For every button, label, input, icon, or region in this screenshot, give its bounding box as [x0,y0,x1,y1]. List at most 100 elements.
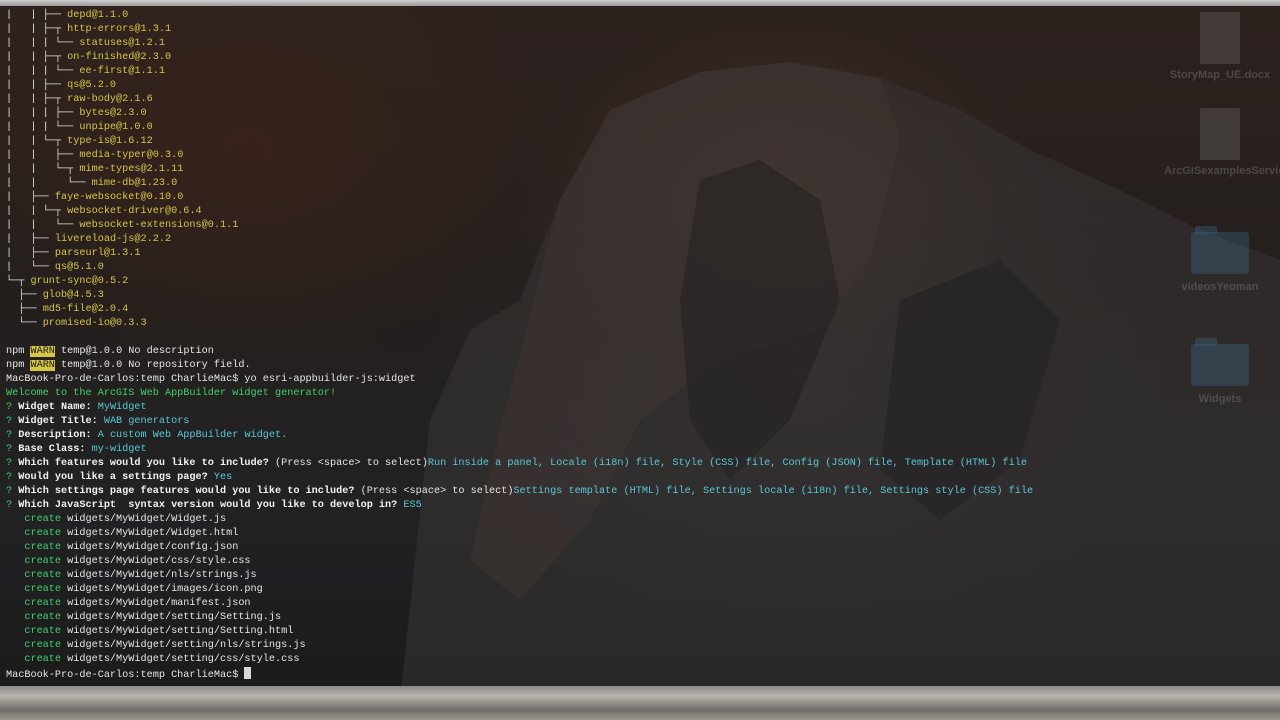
terminal-line: | | | ├── bytes@2.3.0 [6,107,1033,121]
terminal-text: Description: [18,430,98,441]
terminal-text: MacBook-Pro-de-Carlos:temp CharlieMac$ [6,670,245,681]
terminal-text: | | ├─┬ [6,24,68,35]
terminal-text: ├── [6,290,43,301]
terminal-line: ├── glob@4.5.3 [6,289,1033,303]
terminal-line: | | ├─┬ on-finished@2.3.0 [6,51,1033,65]
terminal-text: | | └── [6,220,80,231]
terminal-text: glob@4.5.3 [42,290,104,301]
terminal-text: temp@1.0.0 No repository field. [54,360,251,371]
terminal-text: ? [6,472,19,483]
terminal-line: MacBook-Pro-de-Carlos:temp CharlieMac$ y… [6,373,1033,387]
terminal-text: ├── [6,304,43,315]
desktop-file-arcgis-pdf[interactable]: ArcGISexamplesServices.pdf [1164,108,1280,178]
terminal-text: qs@5.2.0 [67,80,117,91]
terminal-text: A custom Web AppBuilder widget. [97,430,288,441]
terminal-cursor[interactable] [244,667,252,679]
terminal-text: widgets/MyWidget/setting/nls/strings.js [67,640,306,651]
terminal-line: create widgets/MyWidget/setting/nls/stri… [6,639,1033,653]
terminal-line: create widgets/MyWidget/Widget.html [6,527,1033,541]
terminal-text: create [6,654,68,665]
terminal-text: ? [6,444,19,455]
terminal-text: | ├── [6,192,55,203]
terminal-text: on-finished@2.3.0 [67,52,172,63]
terminal-text: widgets/MyWidget/config.json [67,542,239,553]
terminal-text: create [6,528,68,539]
terminal-line: | | ├── media-typer@0.3.0 [6,149,1033,163]
terminal-line: create widgets/MyWidget/manifest.json [6,597,1033,611]
terminal-line: └─┬ grunt-sync@0.5.2 [6,275,1033,289]
terminal-text: create [6,612,68,623]
terminal-line: ? Would you like a settings page? Yes [6,471,1033,485]
terminal-text: | ├── [6,248,55,259]
terminal-text: type-is@1.6.12 [67,136,153,147]
terminal-text: ? [6,486,19,497]
pdf-document-icon [1200,108,1240,160]
terminal-text: widgets/MyWidget/Widget.js [67,514,227,525]
terminal-text: http-errors@1.3.1 [67,24,172,35]
terminal-text: Widget Title: [18,416,104,427]
terminal-line: npm WARN temp@1.0.0 No repository field. [6,359,1033,373]
desktop-icon-label: videosYeoman [1181,281,1259,293]
terminal-line: | | └─┬ websocket-driver@0.6.4 [6,205,1033,219]
terminal-text: Would you like a settings page? [18,472,214,483]
terminal-text: create [6,626,68,637]
terminal-text: | | └─┬ [6,164,80,175]
terminal-text: ee-first@1.1.1 [79,66,165,77]
terminal-text: widgets/MyWidget/setting/Setting.html [67,626,294,637]
terminal-text: md5-file@2.0.4 [42,304,129,315]
desktop-file-storymap[interactable]: StoryMap_UE.docx [1164,12,1276,82]
terminal-text: websocket-driver@0.6.4 [67,206,202,217]
terminal-text: | | └── [6,178,92,189]
terminal-text: create [6,598,68,609]
terminal-line: ? Which settings page features would you… [6,485,1033,499]
terminal-text: | | | └── [6,66,80,77]
terminal-line: create widgets/MyWidget/setting/Setting.… [6,625,1033,639]
terminal-text: ? [6,458,19,469]
folder-icon [1191,226,1249,274]
warn-badge: WARN [30,346,55,357]
word-document-icon [1200,12,1240,64]
terminal-line: | ├── livereload-js@2.2.2 [6,233,1033,247]
desktop-folder-widgets[interactable]: Widgets [1164,338,1276,406]
terminal-text: mime-types@2.1.11 [79,164,184,175]
terminal-text: | | | └── [6,38,80,49]
terminal-text: └── [6,318,43,329]
terminal-text: create [6,556,68,567]
terminal-text: promised-io@0.3.3 [42,318,147,329]
terminal-text: faye-websocket@0.10.0 [54,192,184,203]
terminal-line: npm WARN temp@1.0.0 No description [6,345,1033,359]
terminal-text: widgets/MyWidget/nls/strings.js [67,570,257,581]
terminal-text: ? [6,500,19,511]
terminal-line: | | ├─┬ raw-body@2.1.6 [6,93,1033,107]
terminal-text: unpipe@1.0.0 [79,122,153,133]
terminal-text: create [6,584,68,595]
terminal-text: npm [6,360,31,371]
terminal-text: Widget Name: [18,402,98,413]
terminal-line: | └── qs@5.1.0 [6,261,1033,275]
terminal-line: create widgets/MyWidget/css/style.css [6,555,1033,569]
terminal-text: bytes@2.3.0 [79,108,147,119]
terminal-line: | | └─┬ type-is@1.6.12 [6,135,1033,149]
terminal-text: Which features would you like to include… [18,458,276,469]
terminal-text: | | └─┬ [6,206,68,217]
terminal-text: raw-body@2.1.6 [67,94,153,105]
terminal-text: Which settings page features would you l… [18,486,361,497]
terminal-line: ? Description: A custom Web AppBuilder w… [6,429,1033,443]
terminal-text: create [6,570,68,581]
terminal-text: | | ├─┬ [6,52,68,63]
terminal-text: MacBook-Pro-de-Carlos:temp CharlieMac$ y… [6,374,416,385]
terminal-text: (Press <space> to select) [360,486,514,497]
terminal-text: create [6,640,68,651]
terminal-text: temp@1.0.0 No description [54,346,214,357]
terminal-line: | | └── websocket-extensions@0.1.1 [6,219,1033,233]
terminal-text: statuses@1.2.1 [79,38,165,49]
desktop-folder-videosyeoman[interactable]: videosYeoman [1164,226,1276,294]
terminal-text: depd@1.1.0 [67,10,129,21]
terminal-text: websocket-extensions@0.1.1 [79,220,239,231]
terminal-line: | ├── faye-websocket@0.10.0 [6,191,1033,205]
terminal-line: | | | └── statuses@1.2.1 [6,37,1033,51]
terminal-line: ├── md5-file@2.0.4 [6,303,1033,317]
terminal-text: ES5 [403,500,422,511]
terminal-text: qs@5.1.0 [54,262,104,273]
terminal-line: ? Which features would you like to inclu… [6,457,1033,471]
